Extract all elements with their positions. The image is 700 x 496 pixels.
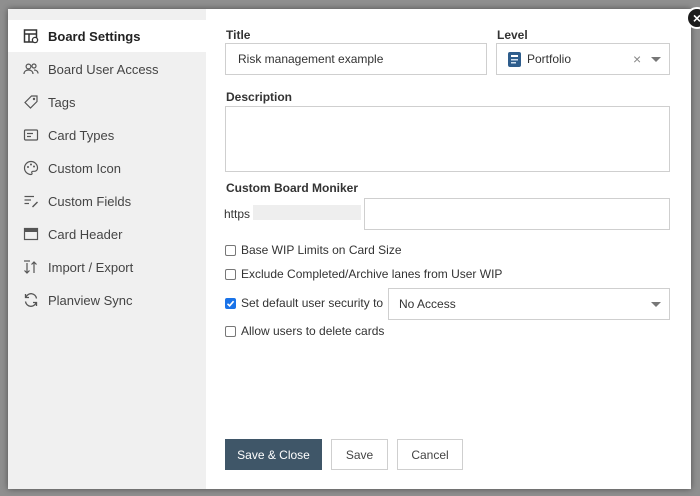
moniker-url-redacted [253,205,361,220]
level-label: Level [497,28,528,42]
sidebar-item-label: Card Header [48,226,123,242]
chevron-down-icon[interactable] [651,57,661,62]
sidebar-item-label: Import / Export [48,259,134,275]
board-settings-dialog: Board Settings Board User Access Tags Ca… [8,7,700,489]
description-textarea[interactable] [225,106,670,172]
sidebar-item-label: Board User Access [48,61,159,77]
sidebar-item-board-settings[interactable]: Board Settings [8,20,206,52]
sidebar-item-label: Board Settings [48,28,141,44]
moniker-prefix: https [224,207,251,221]
checkbox-label: Set default user security to [241,296,384,310]
sidebar-item-label: Card Types [48,127,115,143]
settings-sidebar: Board Settings Board User Access Tags Ca… [8,9,206,489]
checkmark-icon [226,300,235,307]
card-header-icon [23,226,39,242]
palette-icon [23,160,39,176]
title-label: Title [226,28,251,42]
sidebar-item-card-types[interactable]: Card Types [8,119,206,151]
tag-icon [23,94,39,110]
checkbox-exclude-completed[interactable]: Exclude Completed/Archive lanes from Use… [225,267,502,281]
custom-fields-icon [23,193,39,209]
sidebar-item-planview-sync[interactable]: Planview Sync [8,284,206,316]
moniker-label: Custom Board Moniker [226,181,359,195]
sidebar-item-board-user-access[interactable]: Board User Access [8,53,206,85]
title-input-value: Risk management example [238,52,384,66]
sidebar-item-label: Tags [48,94,76,110]
security-select[interactable]: No Access [388,288,670,320]
card-types-icon [23,127,39,143]
cancel-button[interactable]: Cancel [397,439,463,470]
checkbox-default-security[interactable]: Set default user security to [225,296,383,310]
sidebar-item-custom-icon[interactable]: Custom Icon [8,152,206,184]
checkbox[interactable] [225,297,236,309]
description-label: Description [226,90,293,104]
sync-icon [23,292,39,308]
sidebar-item-custom-fields[interactable]: Custom Fields [8,185,206,217]
chevron-down-icon[interactable] [651,302,661,307]
moniker-input[interactable] [364,198,670,230]
sidebar-item-import-export[interactable]: Import / Export [8,251,206,283]
sidebar-item-label: Custom Icon [48,160,121,176]
checkbox[interactable] [225,244,236,256]
checkbox[interactable] [225,268,236,280]
checkbox-allow-delete[interactable]: Allow users to delete cards [225,324,384,338]
save-close-button[interactable]: Save & Close [225,439,322,470]
level-select[interactable]: Portfolio × [496,43,670,75]
level-select-value: Portfolio [527,52,572,66]
checkbox-label: Exclude Completed/Archive lanes from Use… [241,267,503,281]
save-button[interactable]: Save [331,439,388,470]
checkbox-label: Base WIP Limits on Card Size [241,243,402,257]
security-select-value: No Access [399,297,456,311]
clear-icon[interactable]: × [633,51,641,67]
sidebar-item-card-header[interactable]: Card Header [8,218,206,250]
checkbox[interactable] [225,325,236,337]
sidebar-item-label: Custom Fields [48,193,132,209]
sidebar-item-tags[interactable]: Tags [8,86,206,118]
title-input[interactable]: Risk management example [225,43,487,75]
users-icon [23,61,39,77]
import-export-icon [23,259,39,275]
settings-content: Title Risk management example Level Port… [206,9,691,489]
checkbox-label: Allow users to delete cards [241,324,385,338]
board-settings-icon [23,28,39,44]
sidebar-item-label: Planview Sync [48,292,133,308]
checkbox-base-wip[interactable]: Base WIP Limits on Card Size [225,243,402,257]
portfolio-icon [508,51,521,67]
